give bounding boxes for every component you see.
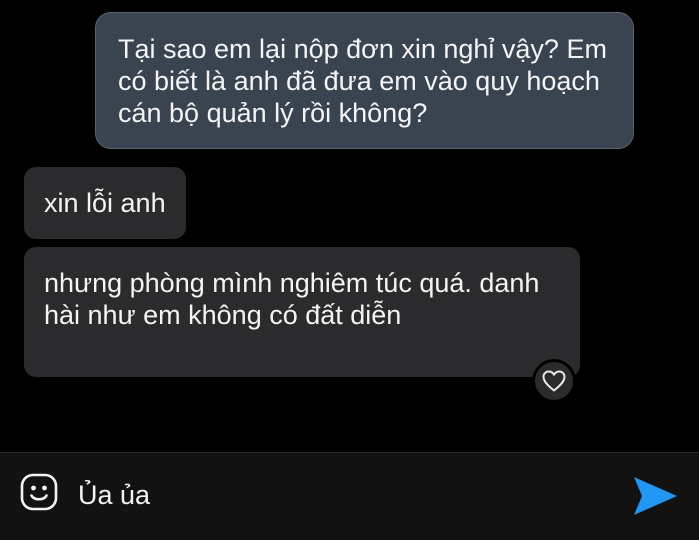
- smiley-icon[interactable]: [20, 473, 58, 511]
- received-message-bubble[interactable]: xin lỗi anh: [24, 167, 186, 239]
- message-input[interactable]: [78, 475, 598, 515]
- sent-message-bubble[interactable]: Tại sao em lại nộp đơn xin nghỉ vậy? Em …: [95, 12, 634, 149]
- reaction-badge[interactable]: [532, 359, 576, 403]
- received-message-bubble[interactable]: nhưng phòng mình nghiêm túc quá. danh hà…: [24, 247, 580, 377]
- send-button[interactable]: [630, 471, 680, 521]
- heart-outline-icon: [542, 370, 566, 392]
- chat-thread: Tại sao em lại nộp đơn xin nghỉ vậy? Em …: [0, 0, 699, 452]
- send-arrow-icon: [634, 477, 677, 515]
- message-composer: [0, 452, 699, 540]
